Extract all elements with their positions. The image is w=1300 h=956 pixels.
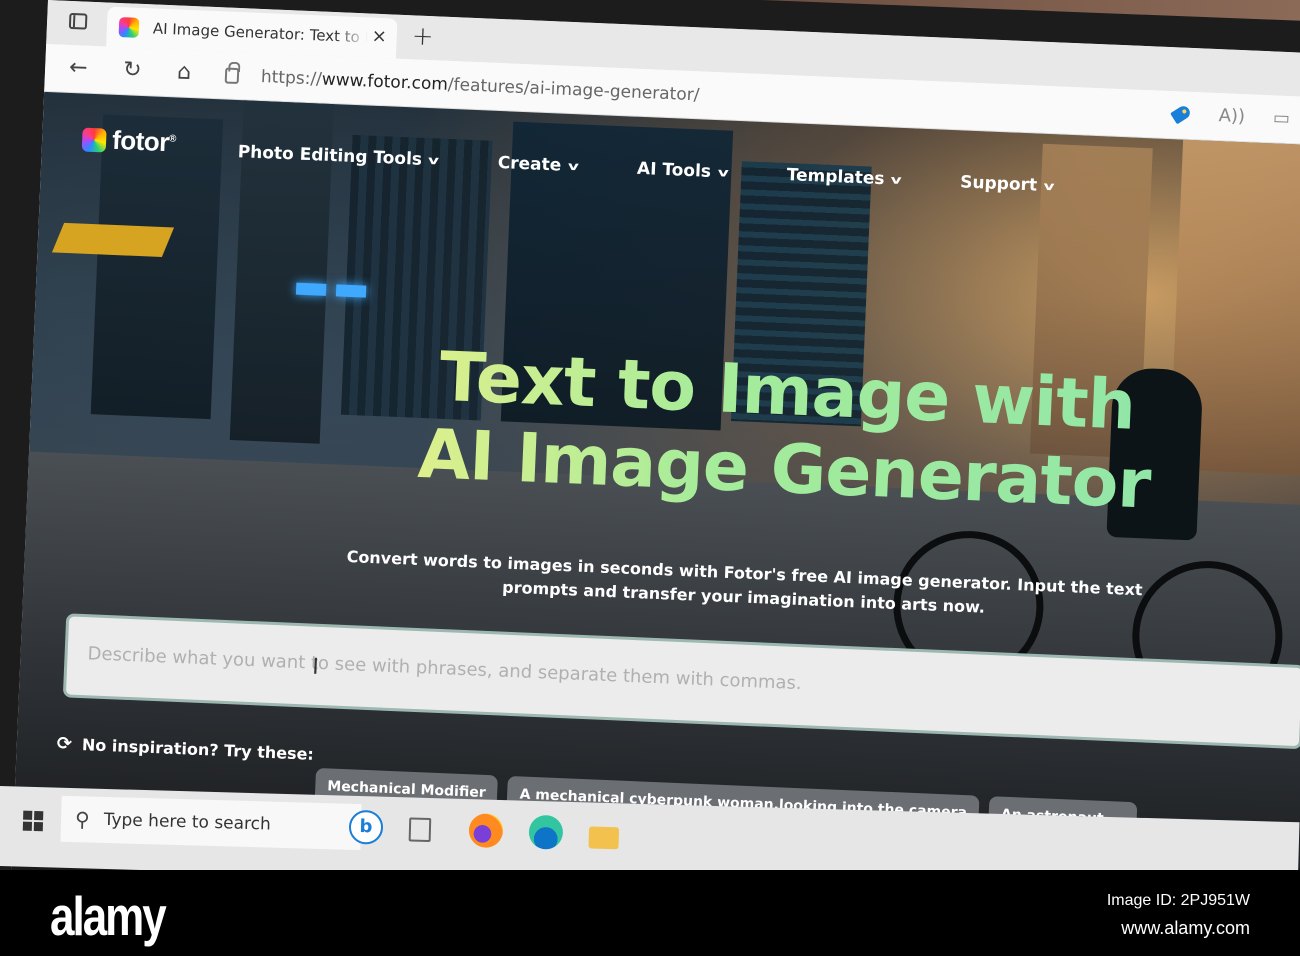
fotor-logo-text: fotor® (111, 124, 177, 158)
refresh-suggestions-icon[interactable]: ⟳ (56, 733, 72, 755)
hero-background-building (90, 114, 224, 420)
file-explorer-icon[interactable] (588, 826, 620, 850)
nav-label: Support (959, 172, 1038, 196)
refresh-icon[interactable]: ↻ (123, 57, 142, 83)
bing-chat-icon[interactable]: b (348, 809, 384, 845)
new-tab-button[interactable]: + (411, 21, 434, 52)
fotor-logo[interactable]: fotor® (81, 124, 177, 159)
chevron-down-icon: v (1043, 178, 1055, 194)
tab-title: AI Image Generator: Text to Image (152, 19, 369, 47)
hero-background-awning (51, 222, 175, 257)
nav-label: Templates (786, 165, 885, 190)
taskbar-search[interactable]: ⚲ Type here to search (60, 795, 362, 851)
edge-icon[interactable] (528, 814, 564, 850)
image-id: Image ID: 2PJ951W (1106, 892, 1250, 909)
url-text[interactable]: https://www.fotor.com/features/ai-image-… (261, 67, 700, 105)
watermark-footer: alamy Image ID: 2PJ951W www.alamy.com (0, 870, 1300, 956)
url-path: /features/ai-image-generator/ (447, 74, 700, 106)
hero-background-neon (335, 284, 367, 298)
fotor-logo-icon (81, 127, 107, 153)
taskbar-search-placeholder: Type here to search (103, 809, 272, 835)
watermark-meta: Image ID: 2PJ951W www.alamy.com (1107, 892, 1250, 939)
chevron-down-icon: v (717, 165, 729, 180)
back-icon[interactable]: ← (69, 55, 88, 81)
url-host: www.fotor.com (321, 69, 449, 95)
nav-label: AI Tools (636, 158, 712, 182)
chevron-down-icon: v (567, 158, 579, 174)
read-aloud-icon[interactable]: A)) (1218, 105, 1245, 127)
nav-ai-tools[interactable]: AI Tools v (636, 158, 729, 183)
home-icon[interactable]: ⌂ (177, 59, 192, 85)
url-scheme: https:// (260, 66, 323, 90)
lock-icon[interactable] (224, 67, 240, 85)
search-icon: ⚲ (74, 807, 91, 832)
alamy-logo: alamy (50, 886, 167, 948)
close-tab-icon[interactable]: × (371, 26, 387, 48)
tab-actions-icon[interactable] (68, 12, 88, 30)
chevron-down-icon: v (428, 153, 440, 168)
firefox-icon[interactable] (468, 813, 504, 849)
nav-create[interactable]: Create v (497, 152, 579, 176)
fotor-favicon-icon (118, 17, 140, 38)
nav-support[interactable]: Support v (959, 172, 1055, 196)
chevron-down-icon: v (890, 172, 903, 187)
task-view-icon[interactable] (408, 817, 432, 843)
hero-background-neon (295, 282, 327, 296)
immersive-reader-icon[interactable]: ▭ (1273, 107, 1291, 129)
tag-icon[interactable] (1170, 103, 1193, 125)
windows-start-icon[interactable] (22, 810, 44, 832)
text-cursor-icon: I (311, 654, 320, 680)
nav-label: Create (497, 152, 562, 176)
watermark-site: www.alamy.com (1121, 918, 1250, 938)
